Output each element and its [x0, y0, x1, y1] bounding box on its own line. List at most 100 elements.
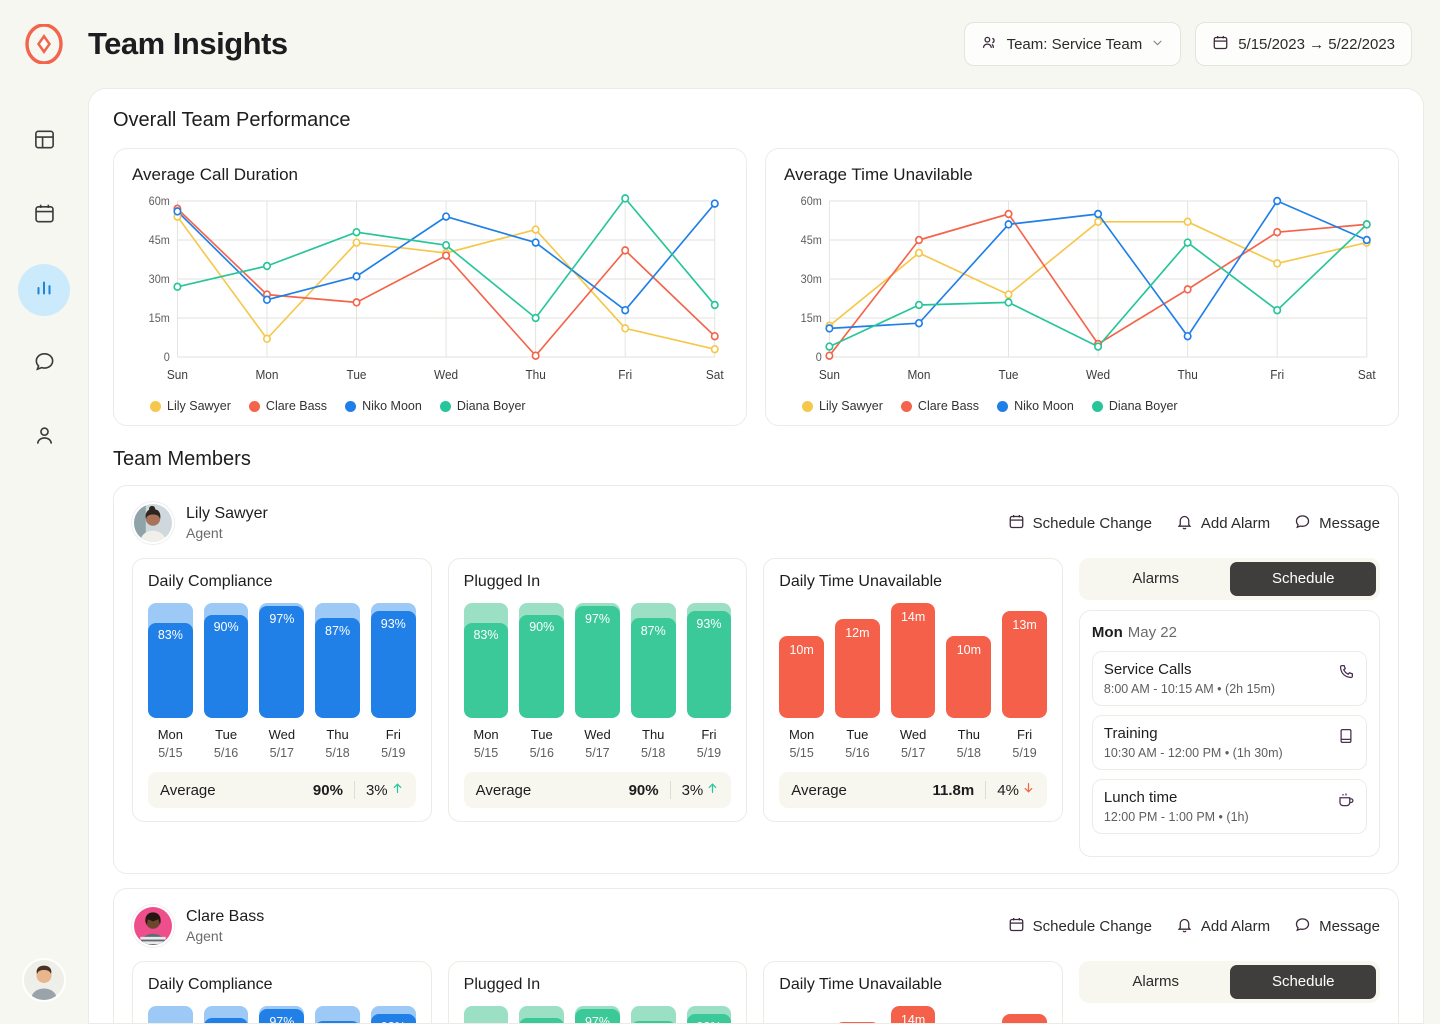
- schedule-item[interactable]: Training 10:30 AM - 12:00 PM • (1h 30m): [1092, 715, 1367, 770]
- member-action-message[interactable]: Message: [1294, 513, 1380, 534]
- member-avatar-lily-sawyer[interactable]: [132, 502, 174, 544]
- schedule-item[interactable]: Service Calls 8:00 AM - 10:15 AM • (2h 1…: [1092, 651, 1367, 706]
- divider: [670, 781, 671, 799]
- chart-title: Average Time Unavilable: [784, 165, 1380, 185]
- bar-axis-label: Wed5/17: [259, 726, 304, 761]
- bar-column[interactable]: 12m: [835, 1006, 880, 1024]
- bar-column[interactable]: 13m: [1002, 603, 1047, 718]
- member-side-panel: AlarmsSchedule MonMay 22 Service Calls 8…: [1079, 558, 1380, 857]
- bar-column[interactable]: 83%: [148, 603, 193, 718]
- bar-column[interactable]: 97%: [575, 603, 620, 718]
- bar-column[interactable]: 87%: [315, 603, 360, 718]
- panel-tab-alarms[interactable]: Alarms: [1083, 965, 1229, 999]
- bar-column[interactable]: 97%: [259, 1006, 304, 1024]
- member-action-add-alarm[interactable]: Add Alarm: [1176, 916, 1270, 937]
- legend-color-dot: [440, 401, 451, 412]
- bar-column[interactable]: 93%: [371, 1006, 416, 1024]
- phone-icon: [1337, 661, 1355, 686]
- bar-track: 83%: [464, 1006, 509, 1024]
- sidebar-item-messages[interactable]: [18, 338, 70, 390]
- legend-color-dot: [345, 401, 356, 412]
- bar-axis-label: Wed5/17: [891, 726, 936, 761]
- bar-column[interactable]: 14m: [891, 1006, 936, 1024]
- bar-axis-label: Mon5/15: [779, 726, 824, 761]
- member-role: Agent: [186, 928, 264, 944]
- date-range-picker[interactable]: 5/15/2023 → 5/22/2023: [1195, 22, 1412, 66]
- bar-value-label: 87%: [315, 624, 360, 638]
- bar-column[interactable]: 90%: [519, 1006, 564, 1024]
- bar-column[interactable]: 10m: [779, 1006, 824, 1024]
- svg-text:Mon: Mon: [255, 368, 278, 382]
- schedule-item[interactable]: Lunch time 12:00 PM - 1:00 PM • (1h): [1092, 779, 1367, 834]
- bar-track: 13m: [1002, 603, 1047, 718]
- bar-value-label: 93%: [687, 617, 732, 631]
- member-action-schedule-change[interactable]: Schedule Change: [1008, 513, 1152, 534]
- bar-column[interactable]: 93%: [371, 603, 416, 718]
- metric-bars: 83% 90% 97%: [148, 603, 416, 718]
- bar-fill: [519, 1018, 564, 1024]
- member-actions: Schedule Change Add Alarm Message: [1008, 916, 1380, 937]
- bar-value-label: 93%: [687, 1020, 732, 1024]
- bar-column[interactable]: 93%: [687, 1006, 732, 1024]
- metric-axis-labels: Mon5/15Tue5/16Wed5/17Thu5/18Fri5/19: [779, 726, 1047, 761]
- metric-average-label: Average: [160, 782, 216, 799]
- panel-tab-alarms[interactable]: Alarms: [1083, 562, 1229, 596]
- panel-tab-schedule[interactable]: Schedule: [1230, 562, 1376, 596]
- legend-item: Diana Boyer: [1092, 399, 1178, 413]
- member-metrics: Daily Compliance 83% 90%: [132, 961, 1380, 1024]
- member-avatar-clare-bass[interactable]: [132, 905, 174, 947]
- member-action-add-alarm[interactable]: Add Alarm: [1176, 513, 1270, 534]
- bar-column[interactable]: 90%: [204, 603, 249, 718]
- line-chart-svg: 015m30m45m60mSunMonTueWedThuFriSat: [132, 191, 728, 391]
- bar-column[interactable]: 83%: [464, 1006, 509, 1024]
- bar-column[interactable]: 87%: [631, 603, 676, 718]
- bar-column[interactable]: 90%: [519, 603, 564, 718]
- bar-column[interactable]: 87%: [315, 1006, 360, 1024]
- sidebar-item-profile[interactable]: [18, 412, 70, 464]
- bar-axis-label: Mon5/15: [464, 726, 509, 761]
- bar-column[interactable]: 10m: [946, 603, 991, 718]
- member-action-schedule-change[interactable]: Schedule Change: [1008, 916, 1152, 937]
- member-action-label: Add Alarm: [1201, 515, 1270, 532]
- bar-column[interactable]: 97%: [575, 1006, 620, 1024]
- metric-title: Plugged In: [464, 976, 732, 994]
- bar-column[interactable]: 83%: [148, 1006, 193, 1024]
- svg-text:15m: 15m: [149, 313, 170, 325]
- bar-column[interactable]: 13m: [1002, 1006, 1047, 1024]
- metric-card-daily-time-unavailable: Daily Time Unavailable 10m 12m: [763, 558, 1063, 822]
- metric-bars: 83% 90% 97%: [464, 1006, 732, 1024]
- bar-column[interactable]: 90%: [204, 1006, 249, 1024]
- bar-track: 97%: [259, 1006, 304, 1024]
- bar-column[interactable]: 12m: [835, 603, 880, 718]
- team-filter-label: Team: Service Team: [1007, 36, 1143, 53]
- bar-column[interactable]: 97%: [259, 603, 304, 718]
- legend-item: Lily Sawyer: [150, 399, 231, 413]
- metric-average-label: Average: [476, 782, 532, 799]
- bar-column[interactable]: 83%: [464, 603, 509, 718]
- schedule-body: MonMay 22 Service Calls 8:00 AM - 10:15 …: [1079, 610, 1380, 857]
- member-action-message[interactable]: Message: [1294, 916, 1380, 937]
- svg-text:Wed: Wed: [434, 368, 458, 382]
- metric-axis-labels: Mon5/15Tue5/16Wed5/17Thu5/18Fri5/19: [464, 726, 732, 761]
- book-icon: [1337, 725, 1355, 750]
- bar-track: 10m: [779, 603, 824, 718]
- sidebar-item-dashboard[interactable]: [18, 116, 70, 168]
- bar-column[interactable]: 87%: [631, 1006, 676, 1024]
- line-chart-svg: 015m30m45m60mSunMonTueWedThuFriSat: [784, 191, 1380, 391]
- sidebar-user-avatar[interactable]: [22, 958, 66, 1002]
- bar-column[interactable]: 10m: [779, 603, 824, 718]
- bar-column[interactable]: 14m: [891, 603, 936, 718]
- panel-tab-schedule[interactable]: Schedule: [1230, 965, 1376, 999]
- legend-color-dot: [249, 401, 260, 412]
- bar-column[interactable]: 93%: [687, 603, 732, 718]
- metric-delta: 3%: [366, 781, 404, 799]
- schedule-item-title: Training: [1104, 725, 1283, 742]
- metric-title: Daily Compliance: [148, 573, 416, 591]
- sidebar-item-insights[interactable]: [18, 264, 70, 316]
- sidebar-item-calendar[interactable]: [18, 190, 70, 242]
- bar-track: 90%: [204, 603, 249, 718]
- team-filter-dropdown[interactable]: Team: Service Team: [964, 22, 1182, 66]
- bar-column[interactable]: 10m: [946, 1006, 991, 1024]
- overall-performance-heading: Overall Team Performance: [113, 109, 1399, 132]
- metric-card-daily-compliance: Daily Compliance 83% 90%: [132, 558, 432, 822]
